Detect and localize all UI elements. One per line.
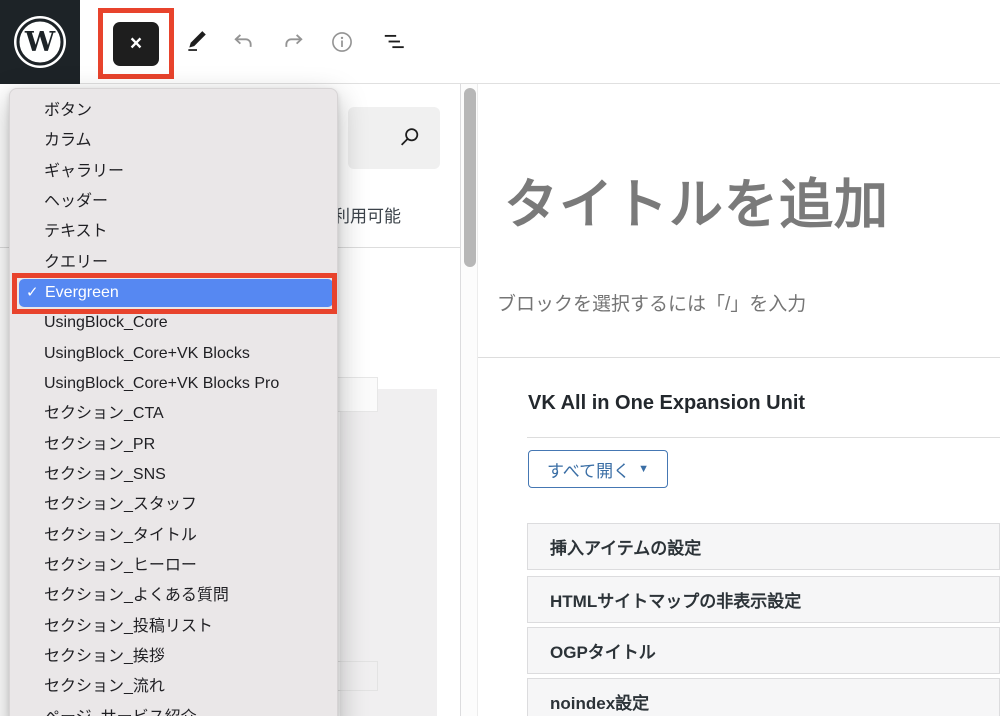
- edit-pencil-icon[interactable]: [184, 29, 210, 55]
- wordpress-logo-block[interactable]: W: [0, 0, 80, 84]
- menu-item[interactable]: テキスト: [10, 217, 339, 247]
- pattern-placeholder-box: [337, 377, 378, 412]
- undo-icon[interactable]: [229, 29, 255, 55]
- info-icon[interactable]: [329, 29, 355, 55]
- checkmark-icon: ✓: [26, 279, 45, 307]
- svg-text:W: W: [24, 27, 56, 58]
- inserter-tab-label[interactable]: 利用可能: [333, 202, 401, 227]
- accordion-html-sitemap[interactable]: HTMLサイトマップの非表示設定: [527, 576, 1000, 623]
- menu-item-label: Evergreen: [45, 279, 119, 307]
- menu-item[interactable]: セクション_タイトル: [10, 521, 339, 551]
- post-title-input[interactable]: タイトルを追加: [504, 160, 889, 239]
- menu-item[interactable]: セクション_PR: [10, 430, 339, 460]
- metabox-title: VK All in One Expansion Unit: [528, 392, 805, 415]
- menu-item[interactable]: カラム: [10, 126, 339, 156]
- wordpress-logo-icon: W: [13, 15, 67, 69]
- menu-item[interactable]: セクション_よくある質問: [10, 581, 339, 611]
- scrollbar-track[interactable]: [461, 84, 478, 716]
- menu-item[interactable]: セクション_SNS: [10, 460, 339, 490]
- canvas-divider: [478, 357, 1000, 358]
- menu-item[interactable]: ギャラリー: [10, 157, 339, 187]
- pattern-category-dropdown: ボタン カラム ギャラリー ヘッダー テキスト クエリー ✓ Evergreen…: [9, 88, 338, 716]
- scrollbar-thumb[interactable]: [464, 88, 476, 267]
- block-appender[interactable]: ブロックを選択するには「/」を入力: [497, 289, 806, 316]
- menu-item[interactable]: セクション_投稿リスト: [10, 612, 339, 642]
- list-view-icon[interactable]: [381, 29, 407, 55]
- menu-item[interactable]: UsingBlock_Core: [10, 308, 339, 338]
- accordion-insert-items[interactable]: 挿入アイテムの設定: [527, 523, 1000, 570]
- accordion-ogp-title[interactable]: OGPタイトル: [527, 627, 1000, 674]
- expand-all-label: すべて開く: [547, 457, 630, 482]
- chevron-down-icon: ▼: [638, 463, 649, 475]
- redo-icon[interactable]: [282, 29, 308, 55]
- menu-item[interactable]: セクション_流れ: [10, 672, 339, 702]
- metabox-divider: [527, 437, 1000, 438]
- block-inserter-toggle-button[interactable]: ×: [113, 22, 159, 66]
- menu-item[interactable]: ボタン: [10, 96, 339, 126]
- menu-item[interactable]: クエリー: [10, 248, 339, 278]
- highlight-frame-toggle: ×: [98, 8, 174, 79]
- wordpress-editor: W ×: [0, 0, 1000, 716]
- accordion-noindex[interactable]: noindex設定: [527, 678, 1000, 716]
- menu-item[interactable]: セクション_ヒーロー: [10, 551, 339, 581]
- menu-item[interactable]: UsingBlock_Core+VK Blocks: [10, 339, 339, 369]
- pattern-placeholder-box: [337, 661, 378, 691]
- menu-item[interactable]: セクション_CTA: [10, 399, 339, 429]
- editor-toolbar: W ×: [0, 0, 1000, 84]
- search-input[interactable]: [348, 107, 440, 169]
- menu-item[interactable]: UsingBlock_Core+VK Blocks Pro: [10, 369, 339, 399]
- expand-all-button[interactable]: すべて開く ▼: [528, 450, 668, 488]
- menu-item[interactable]: ヘッダー: [10, 187, 339, 217]
- menu-item[interactable]: セクション_スタッフ: [10, 490, 339, 520]
- menu-item[interactable]: セクション_挨拶: [10, 642, 339, 672]
- menu-item[interactable]: ページ_サービス紹介: [10, 703, 339, 716]
- editor-canvas: タイトルを追加 ブロックを選択するには「/」を入力 VK All in One …: [478, 84, 1000, 716]
- menu-item-selected-evergreen[interactable]: ✓ Evergreen: [19, 279, 333, 307]
- search-icon: [396, 125, 422, 151]
